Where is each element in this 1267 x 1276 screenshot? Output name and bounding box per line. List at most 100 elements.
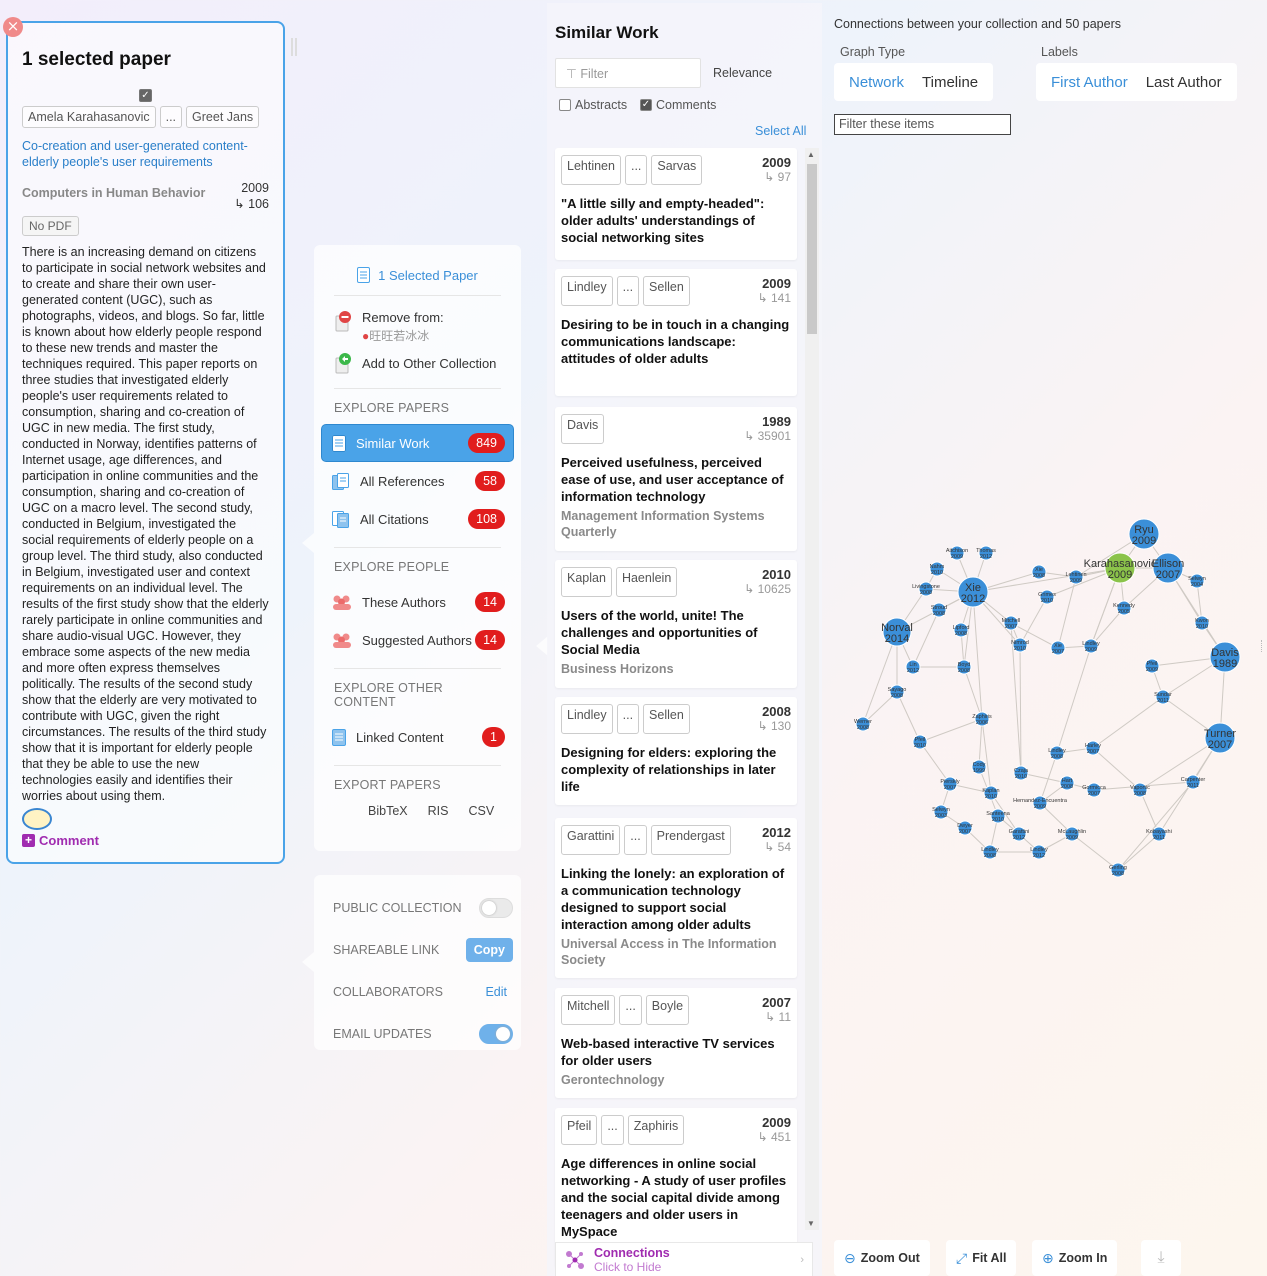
paper-title[interactable]: Web-based interactive TV services for ol… <box>561 1035 791 1069</box>
author-chip[interactable]: Amela Karahasanovic <box>22 106 156 128</box>
author-chip[interactable]: Sellen <box>643 276 690 306</box>
menu-suggested-authors[interactable]: Suggested Authors 14 <box>322 622 513 658</box>
menu-all-references[interactable]: All References 58 <box>322 463 513 499</box>
author-chip[interactable]: Sellen <box>643 704 690 734</box>
copy-link-button[interactable]: Copy <box>465 938 513 962</box>
public-collection-toggle[interactable] <box>479 898 513 918</box>
zoom-out-icon: ⊖ <box>844 1249 856 1266</box>
menu-similar-work[interactable]: Similar Work 849 <box>322 425 513 461</box>
paper-title[interactable]: Perceived usefulness, perceived ease of … <box>561 454 791 505</box>
shareable-link-row: SHAREABLE LINK Copy <box>333 929 513 971</box>
paper-card[interactable]: Lindley... Sellen 2008 ↳ 130 Designing for e… <box>555 697 797 805</box>
zoom-out-button[interactable]: ⊖ Zoom Out <box>834 1240 930 1276</box>
menu-linked-content[interactable]: Linked Content 1 <box>322 719 513 755</box>
comments-checkbox[interactable]: ✓ <box>640 99 652 111</box>
author-chip[interactable]: Sarvas <box>651 155 703 185</box>
export-bibtex[interactable]: BibTeX <box>368 804 408 818</box>
scrollbar-thumb[interactable] <box>807 164 817 334</box>
paper-year: 2009 <box>241 181 269 195</box>
menu-label: All References <box>360 473 445 489</box>
graph-filter-input[interactable]: Filter these items <box>834 114 1011 135</box>
author-ellipsis[interactable]: ... <box>159 106 183 128</box>
author-chip[interactable]: Haenlein <box>615 567 678 597</box>
paper-card[interactable]: Lindley... Sellen 2009 ↳ 141 Desiring to be … <box>555 269 797 396</box>
citation-count: 451 <box>770 1130 791 1144</box>
paper-year: 2009 <box>762 276 791 291</box>
author-ellipsis[interactable]: ... <box>624 155 648 185</box>
sort-select[interactable]: Relevance <box>713 66 772 80</box>
paper-title-link[interactable]: Co-creation and user-generated content-e… <box>22 138 269 170</box>
author-ellipsis[interactable]: ... <box>619 995 642 1025</box>
author-chip[interactable]: Prendergast <box>650 825 731 855</box>
scroll-up-icon[interactable]: ▲ <box>807 150 815 159</box>
citation-count: 54 <box>777 840 791 854</box>
edit-collaborators-link[interactable]: Edit <box>485 985 513 999</box>
panel-resize-handle[interactable] <box>291 38 297 56</box>
add-to-other-collection[interactable]: Add to Other Collection <box>322 352 513 374</box>
paper-journal: Universal Access in The Information Soci… <box>561 937 777 967</box>
close-selection-icon[interactable]: × <box>3 17 23 37</box>
author-chip[interactable]: Boyle <box>645 995 690 1025</box>
abstracts-toggle[interactable]: Abstracts <box>559 98 627 112</box>
author-chip[interactable]: Zaphiris <box>627 1115 685 1145</box>
abstracts-checkbox[interactable] <box>559 99 571 111</box>
comments-toggle[interactable]: ✓ Comments <box>640 98 716 112</box>
remove-from-collection[interactable]: Remove from: ●旺旺若冰冰 <box>322 310 513 344</box>
paper-card[interactable]: Kaplan Haenlein 2010 ↳ 10625 Users of the wo… <box>555 560 797 688</box>
selected-paper-link[interactable]: 1 Selected Paper <box>334 245 501 296</box>
paper-authors: Lindley... Sellen <box>561 704 690 734</box>
paper-title[interactable]: Desiring to be in touch in a changing co… <box>561 316 791 367</box>
graph-type-timeline[interactable]: Timeline <box>913 74 987 91</box>
paper-card[interactable]: Mitchell... Boyle 2007 ↳ 11 Web-based intera… <box>555 988 797 1098</box>
menu-pointer <box>302 533 314 553</box>
export-ris[interactable]: RIS <box>428 804 449 818</box>
author-chip[interactable]: Lindley <box>561 704 613 734</box>
paper-title[interactable]: Users of the world, unite! The challenge… <box>561 607 791 658</box>
graph-type-network[interactable]: Network <box>840 74 913 91</box>
author-ellipsis[interactable]: ... <box>624 825 647 855</box>
fit-all-button[interactable]: ⤢ Fit All <box>946 1240 1017 1276</box>
zoom-in-button[interactable]: ⊕ Zoom In <box>1032 1240 1118 1276</box>
panel-resize-handle[interactable] <box>1261 640 1263 652</box>
export-csv[interactable]: CSV <box>468 804 494 818</box>
scrollbar[interactable]: ▲ ▼ <box>805 148 819 1230</box>
author-ellipsis[interactable]: ... <box>616 276 640 306</box>
email-updates-toggle[interactable] <box>479 1024 513 1044</box>
author-chip[interactable]: Greet Jans <box>186 106 260 128</box>
paper-title[interactable]: Age differences in online social network… <box>561 1155 791 1240</box>
comment-area: + Comment <box>22 808 269 848</box>
similar-filter-input[interactable]: ⊤ Filter <box>555 58 701 88</box>
paper-checkbox[interactable]: ✓ <box>139 89 152 102</box>
author-ellipsis[interactable]: ... <box>616 704 640 734</box>
select-all-link[interactable]: Select All <box>755 124 806 138</box>
paper-card-header: Davis 1989 ↳ 35901 <box>561 414 791 444</box>
paper-title[interactable]: Linking the lonely: an exploration of a … <box>561 865 791 933</box>
author-chip[interactable]: Kaplan <box>561 567 612 597</box>
menu-all-citations[interactable]: All Citations 108 <box>322 501 513 537</box>
paper-card[interactable]: Lehtinen... Sarvas 2009 ↳ 97 "A little silly… <box>555 148 797 260</box>
paper-card[interactable]: Garattini... Prendergast 2012 ↳ 54 Linking t… <box>555 818 797 978</box>
download-icon[interactable]: ⤓ <box>1141 1240 1181 1276</box>
author-chip[interactable]: Garattini <box>561 825 621 855</box>
author-chip[interactable]: Lindley <box>561 276 613 306</box>
author-ellipsis[interactable]: ... <box>601 1115 624 1145</box>
paper-title[interactable]: Designing for elders: exploring the comp… <box>561 744 791 795</box>
scroll-down-icon[interactable]: ▼ <box>807 1219 815 1228</box>
author-chip[interactable]: Davis <box>561 414 605 444</box>
add-comment-button[interactable]: + Comment <box>22 833 99 848</box>
paper-year: 2009 <box>762 155 791 170</box>
plus-icon: + <box>22 834 35 847</box>
author-chip[interactable]: Lehtinen <box>561 155 621 185</box>
document-icon <box>332 728 346 746</box>
citation-count: 97 <box>777 170 791 184</box>
label-last-author[interactable]: Last Author <box>1137 74 1231 91</box>
add-to-other-label: Add to Other Collection <box>362 356 497 371</box>
author-chip[interactable]: Pfeil <box>561 1115 598 1145</box>
author-chip[interactable]: Mitchell <box>561 995 616 1025</box>
year-citations: 2009 ↳ 106 <box>234 180 269 212</box>
label-first-author[interactable]: First Author <box>1042 74 1137 91</box>
paper-card[interactable]: Davis 1989 ↳ 35901 Perceived usefulness, pe… <box>555 407 797 551</box>
paper-title[interactable]: "A little silly and empty-headed": older… <box>561 195 791 246</box>
connections-toggle[interactable]: Connections Click to Hide › <box>555 1242 813 1276</box>
menu-these-authors[interactable]: These Authors 14 <box>322 584 513 620</box>
